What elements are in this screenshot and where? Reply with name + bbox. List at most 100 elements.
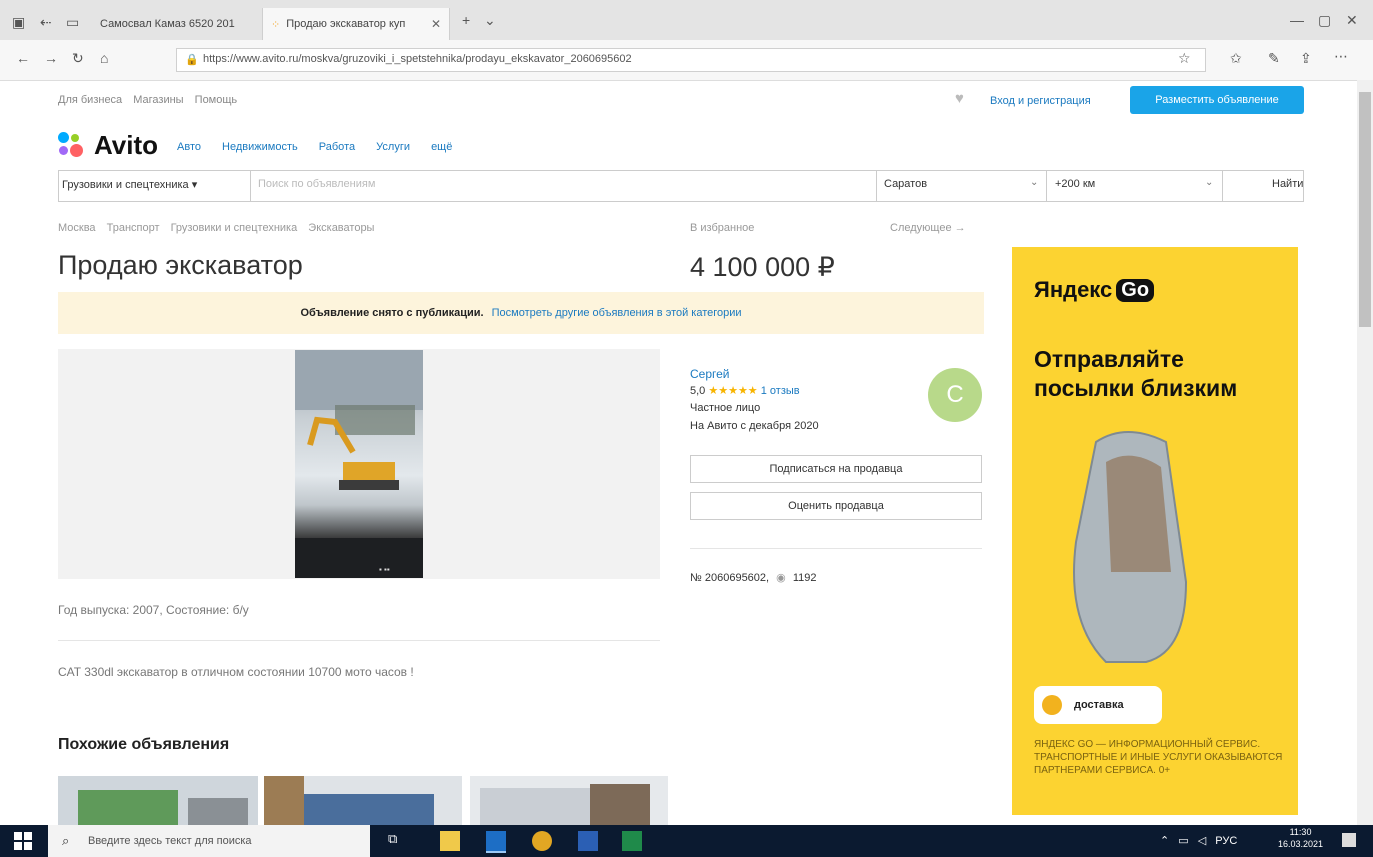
nav-jobs[interactable]: Работа: [319, 141, 355, 153]
listing-photo[interactable]: ▪ ▪▪: [295, 350, 423, 578]
language-indicator[interactable]: РУС: [1215, 835, 1237, 847]
post-ad-button[interactable]: Разместить объявление: [1130, 86, 1304, 114]
breadcrumb-item[interactable]: Экскаваторы: [308, 222, 374, 234]
radius-select[interactable]: +200 км: [1055, 178, 1095, 190]
seller-name[interactable]: Сергей: [690, 367, 730, 381]
similar-thumb[interactable]: [470, 776, 668, 826]
link-help[interactable]: Помощь: [195, 94, 238, 106]
similar-thumb[interactable]: [264, 776, 462, 826]
ad-headline: Отправляйте посылки близким: [1034, 346, 1238, 401]
rate-seller-button[interactable]: Оценить продавца: [690, 492, 982, 520]
maximize-icon[interactable]: ▢: [1318, 12, 1331, 29]
chrome-icon[interactable]: [532, 831, 552, 851]
edge-browser-icon[interactable]: [486, 831, 506, 853]
next-listing-link[interactable]: Следующее →: [890, 222, 966, 234]
taskbar-search-input[interactable]: ⌕ Введите здесь текст для поиска: [48, 825, 370, 857]
ad-delivery-label: доставка: [1074, 699, 1124, 711]
taskbar-clock[interactable]: 11:30 16.03.2021: [1278, 826, 1323, 850]
lock-icon: 🔒: [185, 54, 199, 66]
search-icon: ⌕: [62, 833, 70, 848]
excavator-image: ▪ ▪▪: [295, 350, 423, 578]
breadcrumb-item[interactable]: Москва: [58, 222, 96, 234]
clock-date: 16.03.2021: [1278, 839, 1324, 849]
chevron-down-icon: ⌄: [1205, 177, 1214, 188]
divider: [876, 171, 877, 201]
back-icon[interactable]: ←: [16, 50, 30, 66]
network-icon[interactable]: ▭: [1178, 835, 1188, 847]
home-icon[interactable]: ⌂: [100, 50, 108, 66]
city-select[interactable]: Саратов: [884, 178, 927, 190]
pen-icon[interactable]: ✎: [1268, 50, 1280, 67]
tab-inactive[interactable]: Самосвал Камаз 6520 201: [92, 8, 258, 40]
refresh-icon[interactable]: ↻: [72, 50, 84, 67]
favorite-star-icon[interactable]: ☆: [1178, 50, 1191, 67]
tab-active[interactable]: ⁘ Продаю экскаватор куп ✕: [262, 8, 450, 40]
search-input[interactable]: Поиск по объявлениям: [258, 178, 375, 190]
seller-type: Частное лицо: [690, 402, 761, 414]
file-explorer-icon[interactable]: [440, 831, 460, 851]
windows-start-icon[interactable]: [14, 832, 32, 850]
address-input[interactable]: 🔒 https://www.avito.ru/moskva/gruzoviki_…: [176, 48, 1206, 72]
nav-more[interactable]: ещё: [431, 141, 452, 153]
nav-realty[interactable]: Недвижимость: [222, 141, 298, 153]
tab-preview-icon[interactable]: ▭: [66, 14, 79, 31]
divider: [58, 640, 660, 641]
tab-list-icon[interactable]: ⌄: [484, 12, 496, 29]
seller-rating: 5,0 ★★★★★ 1 отзыв: [690, 384, 800, 397]
listing-description: CAT 330dl экскаватор в отличном состояни…: [58, 665, 414, 679]
address-text: https://www.avito.ru/moskva/gruzoviki_i_…: [203, 53, 632, 65]
tray-chevron-icon[interactable]: ⌃: [1160, 835, 1169, 847]
removed-notice: Объявление снято с публикации. Посмотрет…: [58, 292, 984, 334]
top-links: Для бизнеса Магазины Помощь: [58, 94, 245, 106]
volume-icon[interactable]: ◁: [1198, 835, 1206, 847]
link-shops[interactable]: Магазины: [133, 94, 183, 106]
share-icon[interactable]: ⇪: [1300, 50, 1312, 67]
breadcrumb-item[interactable]: Грузовики и спецтехника: [171, 222, 298, 234]
login-link[interactable]: Вход и регистрация: [990, 95, 1091, 107]
word-icon[interactable]: [578, 831, 598, 851]
tab-actions-icon[interactable]: ▣: [12, 14, 25, 31]
avito-logo-text: Avito: [94, 130, 159, 160]
notice-link[interactable]: Посмотреть другие объявления в этой кате…: [492, 307, 742, 319]
svg-text:▪ ▪▪: ▪ ▪▪: [379, 565, 390, 574]
eye-icon: ◉: [776, 572, 786, 584]
search-button[interactable]: Найти: [1272, 178, 1303, 190]
new-tab-icon[interactable]: +: [462, 12, 470, 28]
divider: [250, 171, 251, 201]
window-close-icon[interactable]: ✕: [1346, 12, 1358, 29]
more-icon[interactable]: ⋯: [1334, 48, 1348, 65]
yandex-go-logo: Яндекс Go: [1034, 277, 1155, 303]
notifications-icon[interactable]: [1342, 833, 1356, 847]
excel-icon[interactable]: [622, 831, 642, 851]
add-to-favorites-link[interactable]: В избранное: [690, 222, 754, 234]
yandex-go-ad[interactable]: [1012, 247, 1298, 815]
tab-close-icon[interactable]: ✕: [431, 17, 441, 31]
ad-id: № 2060695602,: [690, 572, 770, 584]
similar-thumb[interactable]: [58, 776, 258, 826]
favorites-heart-icon[interactable]: ♥: [955, 90, 964, 107]
listing-params: Год выпуска: 2007, Состояние: б/у: [58, 603, 249, 617]
breadcrumb-item[interactable]: Транспорт: [107, 222, 160, 234]
avatar[interactable]: С: [928, 368, 982, 422]
page-title: Продаю экскаватор: [58, 250, 303, 280]
task-view-icon[interactable]: ⧉: [388, 831, 408, 851]
system-tray: ⌃ ▭ ◁ РУС: [1160, 834, 1237, 847]
truck-image: [264, 776, 434, 826]
divider: [690, 548, 982, 549]
scrollbar-thumb[interactable]: [1359, 92, 1371, 327]
avito-favicon-icon: ⁘: [271, 18, 281, 31]
chair-image: [1073, 431, 1188, 663]
favorites-bar-icon[interactable]: ✩: [1230, 50, 1242, 67]
minimize-icon[interactable]: —: [1290, 12, 1304, 28]
forward-icon[interactable]: →: [44, 50, 58, 66]
nav-services[interactable]: Услуги: [376, 141, 410, 153]
nav-auto[interactable]: Авто: [177, 141, 201, 153]
link-business[interactable]: Для бизнеса: [58, 94, 122, 106]
subscribe-button[interactable]: Подписаться на продавца: [690, 455, 982, 483]
category-select[interactable]: Грузовики и спецтехника ▾: [62, 178, 197, 191]
taskbar-search-placeholder: Введите здесь текст для поиска: [88, 835, 252, 847]
avito-logo[interactable]: Avito: [58, 130, 158, 161]
tab-back-icon[interactable]: ⇠: [40, 14, 52, 31]
reviews-link[interactable]: 1 отзыв: [761, 385, 800, 397]
truck-image: [78, 790, 248, 826]
